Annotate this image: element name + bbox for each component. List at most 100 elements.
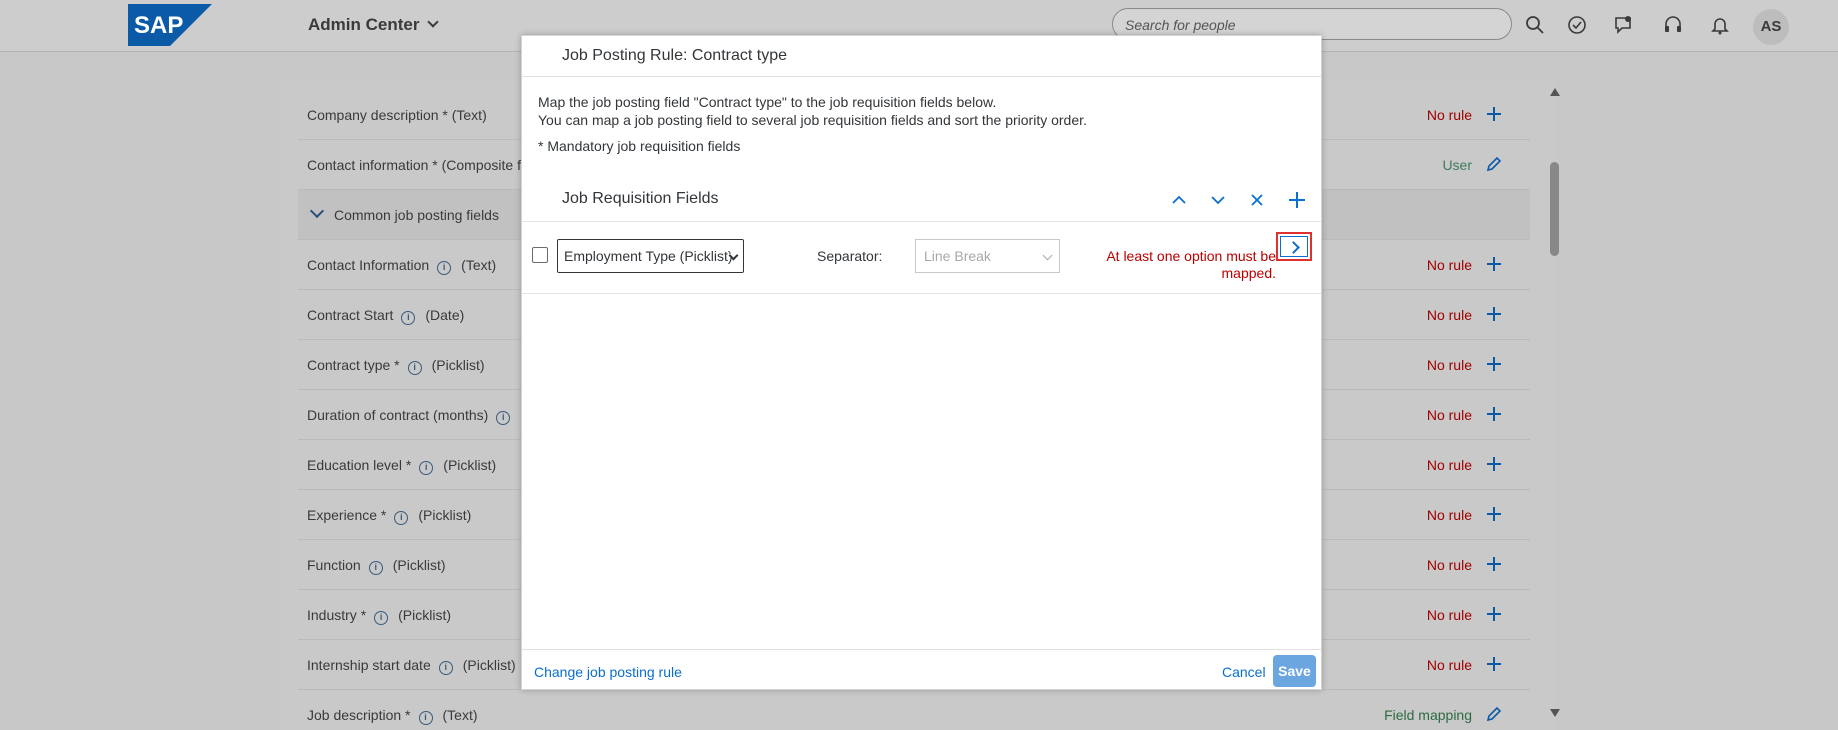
field-name: Duration of contract (months) (307, 407, 489, 423)
requisition-field-row: Employment Type (Picklist) Separator: Li… (522, 222, 1321, 294)
separator-value: Line Break (924, 248, 991, 264)
rule-status: No rule (1426, 457, 1472, 473)
field-label: Contact information * (Composite f (307, 157, 521, 173)
add-rule-icon[interactable] (1484, 654, 1504, 674)
row-checkbox[interactable] (532, 247, 548, 263)
avatar[interactable]: AS (1753, 9, 1789, 45)
rule-status: No rule (1426, 107, 1472, 123)
field-name: Internship start date (307, 657, 431, 673)
app-title-menu[interactable]: Admin Center (308, 15, 440, 35)
scrollbar-thumb[interactable] (1550, 162, 1559, 256)
field-label: Contact Information i (Text) (307, 257, 496, 275)
add-rule-icon[interactable] (1484, 304, 1504, 324)
job-posting-rule-dialog: Job Posting Rule: Contract type Map the … (521, 35, 1322, 690)
field-type: (Picklist) (431, 357, 485, 373)
field-name: Job description * (307, 707, 411, 723)
chevron-down-icon (309, 203, 325, 219)
info-icon[interactable]: i (419, 461, 434, 475)
rule-status: No rule (1426, 357, 1472, 373)
rule-status: No rule (1426, 507, 1472, 523)
mapping-error-text: At least one option must be mapped. (1106, 248, 1276, 281)
info-icon[interactable]: i (438, 661, 453, 675)
search-placeholder: Search for people (1125, 17, 1236, 33)
app-title: Admin Center (308, 15, 420, 34)
mandatory-note: * Mandatory job requisition fields (538, 138, 741, 154)
field-label: Industry * i (Picklist) (307, 607, 451, 625)
edit-rule-icon[interactable] (1484, 154, 1504, 174)
remove-icon[interactable] (1243, 186, 1271, 214)
task-check-icon[interactable] (1566, 14, 1588, 36)
cancel-button[interactable]: Cancel (1222, 664, 1266, 680)
field-name: Company description * (Text) (307, 107, 487, 123)
add-rule-icon[interactable] (1484, 454, 1504, 474)
add-rule-icon[interactable] (1484, 504, 1504, 524)
dialog-header: Job Posting Rule: Contract type (522, 36, 1321, 77)
field-select-value: Employment Type (Picklist) (564, 248, 733, 264)
rule-status: No rule (1426, 557, 1472, 573)
field-type: (Date) (425, 307, 465, 323)
bell-icon[interactable] (1709, 14, 1731, 36)
field-name: Contact information * (Composite f (307, 157, 521, 173)
info-icon[interactable]: i (437, 261, 452, 275)
field-label: Function i (Picklist) (307, 557, 446, 575)
chat-icon[interactable] (1613, 14, 1635, 36)
headset-icon[interactable] (1662, 14, 1684, 36)
map-options-button-frame (1280, 236, 1308, 257)
field-label: Contract type * i (Picklist) (307, 357, 485, 375)
section-title: Job Requisition Fields (562, 190, 719, 207)
dialog-intro: Map the job posting field "Contract type… (538, 93, 1087, 129)
sap-logo[interactable]: SAP (128, 4, 212, 46)
field-label: Education level * i (Picklist) (307, 457, 496, 475)
rule-status: No rule (1426, 307, 1472, 323)
field-name: Contract type * (307, 357, 400, 373)
requisition-field-select[interactable]: Employment Type (Picklist) (557, 239, 744, 273)
info-icon[interactable]: i (368, 561, 383, 575)
info-icon[interactable]: i (374, 611, 389, 625)
add-icon[interactable] (1283, 186, 1311, 214)
info-icon[interactable]: i (407, 361, 422, 375)
add-rule-icon[interactable] (1484, 404, 1504, 424)
save-button[interactable]: Save (1273, 655, 1316, 687)
scroll-down-arrow[interactable] (1550, 709, 1560, 717)
info-icon[interactable]: i (496, 411, 511, 425)
add-rule-icon[interactable] (1484, 554, 1504, 574)
add-rule-icon[interactable] (1484, 254, 1504, 274)
separator-label: Separator: (817, 248, 883, 264)
field-name: Function (307, 557, 361, 573)
info-icon[interactable]: i (401, 311, 416, 325)
move-down-icon[interactable] (1204, 186, 1232, 214)
field-name: Experience * (307, 507, 387, 523)
intro-line-2: You can map a job posting field to sever… (538, 112, 1087, 128)
search-icon[interactable] (1524, 14, 1546, 36)
rule-status: No rule (1426, 407, 1472, 423)
scroll-up-arrow[interactable] (1550, 88, 1560, 96)
field-label: Company description * (Text) (307, 107, 487, 123)
move-up-icon[interactable] (1165, 186, 1193, 214)
add-rule-icon[interactable] (1484, 354, 1504, 374)
info-icon[interactable]: i (394, 511, 409, 525)
field-type: (Picklist) (392, 557, 446, 573)
field-label: Duration of contract (months) i (307, 407, 520, 425)
add-rule-icon[interactable] (1484, 104, 1504, 124)
dialog-title: Job Posting Rule: Contract type (562, 47, 788, 64)
add-rule-icon[interactable] (1484, 604, 1504, 624)
change-rule-link[interactable]: Change job posting rule (534, 664, 682, 680)
logo-text: SAP (134, 12, 183, 39)
chevron-right-icon (1287, 241, 1300, 254)
rule-status: User (1442, 157, 1472, 173)
rule-status: No rule (1426, 257, 1472, 273)
info-icon[interactable]: i (418, 711, 433, 725)
field-name: Education level * (307, 457, 412, 473)
field-name: Common job posting fields (334, 207, 499, 223)
field-type: (Picklist) (443, 457, 497, 473)
field-label: Job description * i (Text) (307, 707, 478, 725)
map-options-button[interactable] (1276, 232, 1312, 261)
field-label: Internship start date i (Picklist) (307, 657, 516, 675)
intro-line-1: Map the job posting field "Contract type… (538, 94, 997, 110)
rule-status: No rule (1426, 657, 1472, 673)
field-type: (Picklist) (462, 657, 516, 673)
field-name: Contract Start (307, 307, 394, 323)
chevron-down-icon (427, 16, 440, 28)
separator-select[interactable]: Line Break (915, 239, 1060, 273)
edit-rule-icon[interactable] (1484, 704, 1504, 724)
